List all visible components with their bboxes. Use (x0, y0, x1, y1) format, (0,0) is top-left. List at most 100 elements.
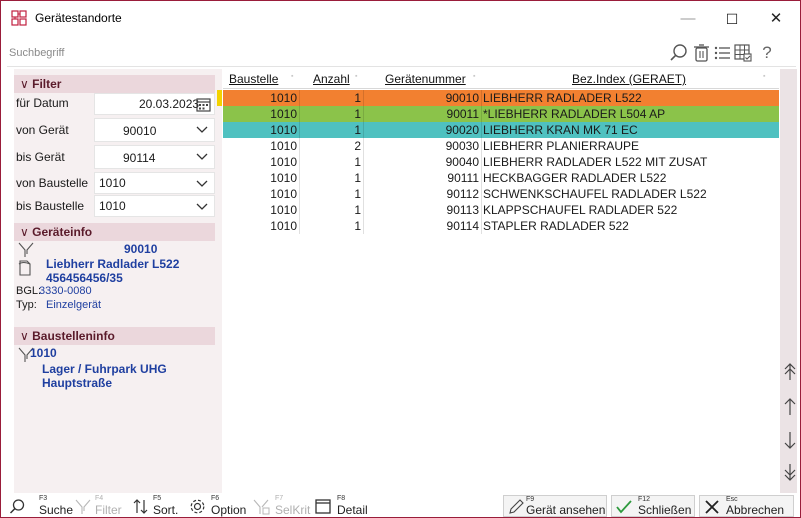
chevron-down-icon (196, 180, 208, 187)
column-divider (481, 90, 482, 106)
von-geraet-select[interactable]: 90010 (94, 118, 215, 142)
filter-key: F4 (95, 495, 104, 502)
app-window: Gerätestandorte — ☐ ✕ ? (0, 0, 801, 518)
baustelle-name: Lager / Fuhrpark UHG (42, 362, 167, 376)
cell-baustelle: 1010 (270, 91, 297, 105)
table-row[interactable]: 1010 1 90114 STAPLER RADLADER 522 (223, 218, 779, 234)
sort-label: Sort. (153, 503, 179, 517)
cell-bez-index: STAPLER RADLADER 522 (483, 219, 629, 233)
chevron-down-icon (196, 153, 208, 160)
search-icon (9, 499, 25, 514)
date-field[interactable]: 20.03.2023 (94, 93, 215, 115)
search-input[interactable] (7, 41, 657, 65)
column-header-bez-index[interactable]: Bez.Index (GERAET) (572, 72, 686, 88)
bgl-value: 3330-0080 (39, 285, 92, 297)
table-row[interactable]: 1010 1 90112 SCHWENKSCHAUFEL RADLADER L522 (223, 186, 779, 202)
calendar-icon[interactable] (196, 97, 211, 112)
scroll-up-icon[interactable] (783, 396, 797, 418)
cell-anzahl: 1 (354, 219, 361, 233)
bis-geraet-select[interactable]: 90114 (94, 145, 215, 169)
table-row[interactable]: 1010 1 90010 LIEBHERR RADLADER L522 (217, 90, 779, 106)
sort-icon: ▪ (763, 73, 766, 80)
grid-select-icon[interactable] (733, 42, 753, 64)
row-marker (217, 90, 222, 106)
column-header-anzahl[interactable]: Anzahl (313, 72, 350, 88)
filter-header[interactable]: ∨ Filter (14, 75, 215, 93)
table-row[interactable]: 1010 2 90030 LIEBHERR PLANIERRAUPE (223, 138, 779, 154)
cell-anzahl: 1 (354, 107, 361, 121)
column-divider (299, 170, 300, 186)
data-grid: Baustelle ▪ Anzahl ▪ Gerätenummer ▪ Bez.… (217, 69, 779, 493)
table-row[interactable]: 1010 1 90111 HECKBAGGER RADLADER L522 (223, 170, 779, 186)
window-title: Gerätestandorte (35, 11, 122, 25)
schliessen-button[interactable]: F12 Schließen (611, 495, 695, 517)
date-value: 20.03.2023 (139, 97, 200, 111)
filter-icon (75, 499, 91, 514)
table-row[interactable]: 1010 1 90040 LIEBHERR RADLADER L522 MIT ZUS… (223, 154, 779, 170)
gear-icon (190, 499, 205, 514)
column-divider (299, 154, 300, 170)
abbrechen-label: Abbrechen (726, 503, 785, 517)
baustelle-number: 1010 (30, 346, 57, 360)
table-row[interactable]: 1010 1 90113 KLAPPSCHAUFEL RADLADER 522 (223, 202, 779, 218)
trash-icon[interactable] (691, 42, 711, 64)
cell-baustelle: 1010 (270, 219, 297, 233)
cell-bez-index: HECKBAGGER RADLADER L522 (483, 171, 667, 185)
bis-geraet-value: 90114 (123, 151, 156, 165)
bis-baustelle-select[interactable]: 1010 (94, 195, 215, 217)
option-label: Option (211, 503, 247, 517)
chevron-down-icon (196, 203, 208, 210)
table-row[interactable]: 1010 1 90020 LIEBHERR KRAN MK 71 EC (223, 122, 779, 138)
cell-anzahl: 1 (354, 123, 361, 137)
close-window-button[interactable]: ✕ (758, 7, 794, 31)
cell-bez-index: KLAPPSCHAUFEL RADLADER 522 (483, 203, 678, 217)
typ-value: Einzelgerät (46, 299, 102, 311)
cell-geraetenummer: 90114 (446, 219, 479, 233)
column-divider (363, 186, 364, 202)
geraet-ansehen-label: Gerät ansehen (526, 503, 606, 517)
column-divider (299, 138, 300, 154)
filter-label-bis-baustelle: bis Baustelle (16, 199, 85, 213)
baustelleninfo-header[interactable]: ∨ Baustelleninfo (14, 327, 215, 345)
selkrit-label: SelKrit (275, 503, 311, 517)
selkrit-button[interactable]: F7 SelKrit (253, 495, 315, 517)
table-row[interactable]: 1010 1 90011 *LIEBHERR RADLADER L504 AP (223, 106, 779, 122)
cell-anzahl: 1 (354, 187, 361, 201)
filter-label: Filter (95, 503, 122, 517)
abbrechen-button[interactable]: Esc Abbrechen (699, 495, 794, 517)
column-divider (363, 90, 364, 106)
maximize-button[interactable]: ☐ (714, 7, 750, 31)
help-icon[interactable]: ? (757, 42, 777, 64)
scroll-bottom-icon[interactable] (783, 461, 797, 483)
search-icon[interactable] (669, 42, 689, 64)
detail-button[interactable]: F8 Detail (315, 495, 379, 517)
suche-button[interactable]: F3 Suche (9, 495, 73, 517)
geraeteinfo-header[interactable]: ∨ Geräteinfo (14, 223, 215, 241)
cell-baustelle: 1010 (270, 107, 297, 121)
cell-geraetenummer: 90112 (446, 187, 479, 201)
column-header-baustelle[interactable]: Baustelle (229, 72, 278, 88)
minimize-button[interactable]: — (670, 7, 706, 31)
von-baustelle-select[interactable]: 1010 (94, 172, 215, 194)
geraeteinfo-header-label: Geräteinfo (32, 225, 93, 239)
column-header-geraetenummer[interactable]: Gerätenummer (385, 72, 466, 88)
column-divider (481, 202, 482, 218)
bgl-label: BGL: (16, 285, 42, 297)
column-divider (363, 170, 364, 186)
sort-icon (133, 499, 148, 514)
suche-key: F3 (39, 495, 48, 502)
sort-button[interactable]: F5 Sort. (133, 495, 191, 517)
option-button[interactable]: F6 Option (189, 495, 255, 517)
chevron-down-icon: ∨ (20, 225, 33, 239)
cell-anzahl: 1 (354, 91, 361, 105)
cell-bez-index: LIEBHERR PLANIERRAUPE (483, 139, 640, 153)
filter-button[interactable]: F4 Filter (75, 495, 131, 517)
chevron-down-icon: ∨ (20, 329, 33, 343)
list-icon[interactable] (712, 42, 732, 64)
scroll-down-icon[interactable] (783, 429, 797, 451)
geraet-ansehen-button[interactable]: F9 Gerät ansehen (503, 495, 607, 517)
scroll-top-icon[interactable] (783, 361, 797, 383)
filter-icon (18, 242, 34, 257)
column-divider (481, 218, 482, 234)
option-key: F6 (211, 495, 220, 502)
